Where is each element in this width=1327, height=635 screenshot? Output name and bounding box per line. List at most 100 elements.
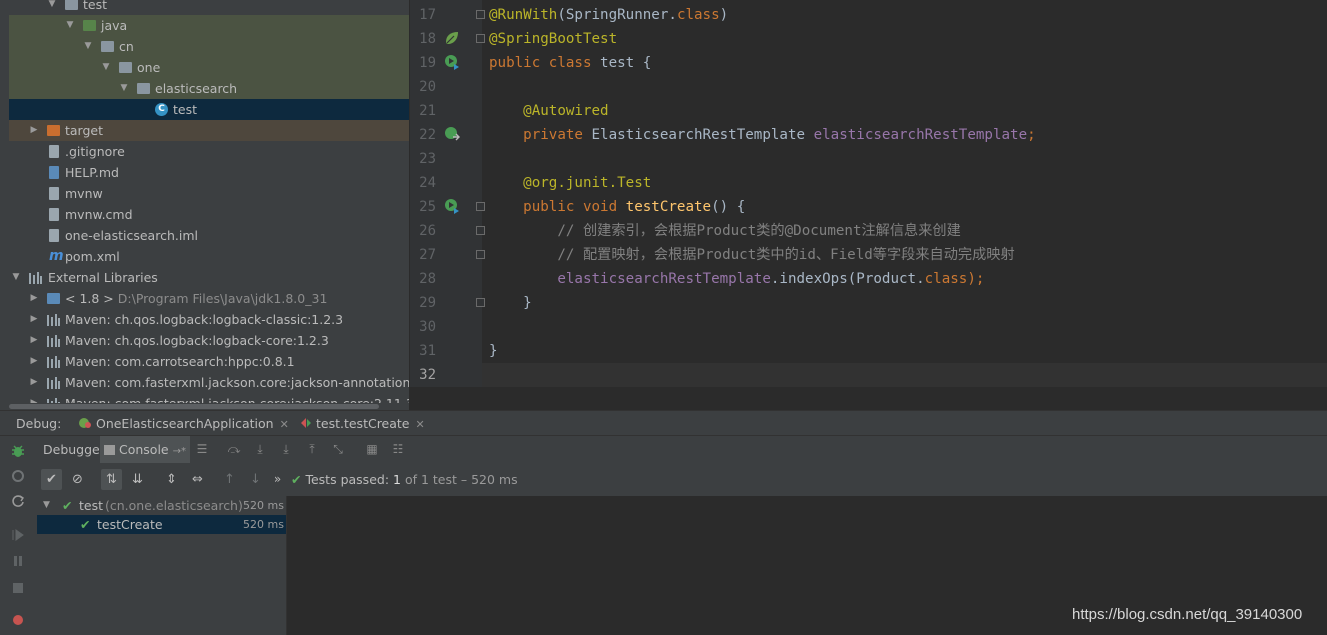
fold-marker-icon[interactable] [476,34,485,43]
check-icon: ✔ [80,517,91,532]
tree-item-help-md[interactable]: HELP.md [9,162,409,183]
horizontal-scrollbar[interactable] [9,403,409,410]
tree-item-mvnw[interactable]: mvnw [9,183,409,204]
tree-item-jdk[interactable]: ▶ < 1.8 > D:\Program Files\Java\jdk1.8.0… [9,288,409,309]
step-out-icon[interactable]: ⤒ [305,442,319,456]
collapsed-arrow-icon[interactable]: ▶ [29,288,39,309]
test-method-row[interactable]: ✔ testCreate 520 ms [37,515,286,534]
tree-item-test-class[interactable]: C test [9,99,409,120]
tree-item-target[interactable]: ▶ target [9,120,409,141]
tree-item-one[interactable]: ▼ one [9,57,409,78]
test-suite-row[interactable]: ▼ ✔ test (cn.one.elasticsearch) 520 ms [37,496,286,515]
previous-failed-icon[interactable]: ↑ [219,469,240,490]
fold-marker-icon[interactable] [476,298,485,307]
next-failed-icon[interactable]: ↓ [245,469,266,490]
expand-arrow-icon[interactable]: ▼ [47,0,57,15]
close-icon[interactable]: ✕ [416,418,425,431]
refresh-icon[interactable] [11,494,25,508]
collapsed-arrow-icon[interactable]: ▶ [29,309,39,330]
expand-arrow-icon[interactable]: ▼ [101,57,111,78]
run-test-icon[interactable] [444,198,460,214]
bug-icon[interactable] [11,444,25,458]
code-line[interactable]: @RunWith(SpringRunner.class) [489,3,728,27]
spring-bean-icon[interactable] [444,30,460,46]
expand-all-icon[interactable]: ⇕ [161,469,182,490]
tree-item-library[interactable]: ▶ Maven: ch.qos.logback:logback-classic:… [9,309,409,330]
tab-one-elasticsearch-application[interactable]: OneElasticsearchApplication ✕ [78,411,289,437]
scrollbar-thumb[interactable] [9,404,379,409]
code-line[interactable]: public class test { [489,51,651,75]
menu-icon[interactable]: ☰ [195,442,209,456]
tree-item-library[interactable]: ▶ Maven: ch.qos.logback:logback-core:1.2… [9,330,409,351]
expand-arrow-icon[interactable]: ▼ [11,267,21,288]
collapsed-arrow-icon[interactable]: ▶ [29,351,39,372]
fold-marker-icon[interactable] [476,250,485,259]
tree-item-test-folder[interactable]: ▼ test [9,0,409,15]
evaluate-icon[interactable]: ▦ [365,442,379,456]
sort-alphabetically-icon[interactable]: ⇅ [101,469,122,490]
junit-icon [301,418,311,428]
tree-item-iml[interactable]: one-elasticsearch.iml [9,225,409,246]
tree-item-elasticsearch[interactable]: ▼ elasticsearch [9,78,409,99]
resume-icon[interactable] [11,528,25,542]
expand-arrow-icon[interactable]: ▼ [119,78,129,99]
code-line[interactable]: @org.junit.Test [489,171,651,195]
line-number: 26 [419,223,436,239]
fold-marker-icon[interactable] [476,226,485,235]
library-icon [47,356,60,368]
code-line[interactable]: private ElasticsearchRestTemplate elasti… [489,123,1036,147]
tree-item-cn[interactable]: ▼ cn [9,36,409,57]
tree-item-mvnw-cmd[interactable]: mvnw.cmd [9,204,409,225]
collapsed-arrow-icon[interactable]: ▶ [29,330,39,351]
fold-marker-icon[interactable] [476,10,485,19]
pause-icon[interactable] [11,554,25,568]
run-test-icon[interactable] [444,54,460,70]
test-status: ✔ Tests passed: 1 of 1 test – 520 ms [291,472,518,487]
code-editor[interactable]: 17 18 19 20 21 22 23 24 25 26 27 28 29 3… [410,0,1327,387]
close-icon[interactable]: ✕ [280,418,289,431]
tree-item-gitignore[interactable]: .gitignore [9,141,409,162]
fold-marker-icon[interactable] [476,202,485,211]
tree-item-java[interactable]: ▼ java [9,15,409,36]
trace-icon[interactable]: ☷ [391,442,405,456]
tab-debugger[interactable]: Debugger [43,436,105,463]
debug-side-toolbar [0,436,38,635]
expand-arrow-icon[interactable]: ▼ [43,496,50,515]
autowired-bean-icon[interactable] [444,126,460,142]
code-line[interactable]: } [489,339,498,363]
code-line[interactable]: @SpringBootTest [489,27,617,51]
rerun-icon[interactable] [11,469,25,483]
line-number: 20 [419,79,436,95]
code-line[interactable]: elasticsearchRestTemplate.indexOps(Produ… [489,267,984,291]
code-line[interactable]: // 配置映射，会根据Product类中的id、Field等字段来自动完成映射 [489,243,1014,267]
expand-arrow-icon[interactable]: ▼ [83,36,93,57]
run-to-cursor-icon[interactable]: ⤡ [331,442,345,456]
tree-item-library[interactable]: ▶ Maven: com.carrotsearch:hppc:0.8.1 [9,351,409,372]
step-over-icon[interactable]: ⤼ [227,442,241,456]
code-line[interactable]: public void testCreate() { [489,195,745,219]
step-into-icon[interactable]: ⤓ [253,442,267,456]
breakpoints-icon[interactable] [11,613,25,627]
pin-icon[interactable]: →* [173,446,186,457]
sort-by-duration-icon[interactable]: ⇊ [127,469,148,490]
collapsed-arrow-icon[interactable]: ▶ [29,372,39,393]
tab-test-testcreate[interactable]: test.testCreate ✕ [300,411,425,437]
collapse-all-icon[interactable]: ⇔ [187,469,208,490]
expand-arrow-icon[interactable]: ▼ [65,15,75,36]
tree-item-external-libraries[interactable]: ▼ External Libraries [9,267,409,288]
code-line[interactable]: @Autowired [489,99,608,123]
tree-item-pom[interactable]: m pom.xml [9,246,409,267]
force-step-into-icon[interactable]: ⤓ [279,442,293,456]
collapsed-arrow-icon[interactable]: ▶ [29,120,39,141]
more-icon[interactable]: » [267,469,288,490]
jdk-icon [47,293,60,304]
code-token: private [489,127,592,143]
tree-item-library[interactable]: ▶ Maven: com.fasterxml.jackson.core:jack… [9,372,409,393]
code-line[interactable]: } [489,291,532,315]
show-passed-icon[interactable]: ✔ [41,469,62,490]
tab-console[interactable]: Console →* [100,436,190,463]
stop-icon[interactable] [11,581,25,595]
show-ignored-icon[interactable]: ⊘ [67,469,88,490]
folder-icon [65,0,78,10]
code-line[interactable]: // 创建索引，会根据Product类的@Document注解信息来创建 [489,219,960,243]
